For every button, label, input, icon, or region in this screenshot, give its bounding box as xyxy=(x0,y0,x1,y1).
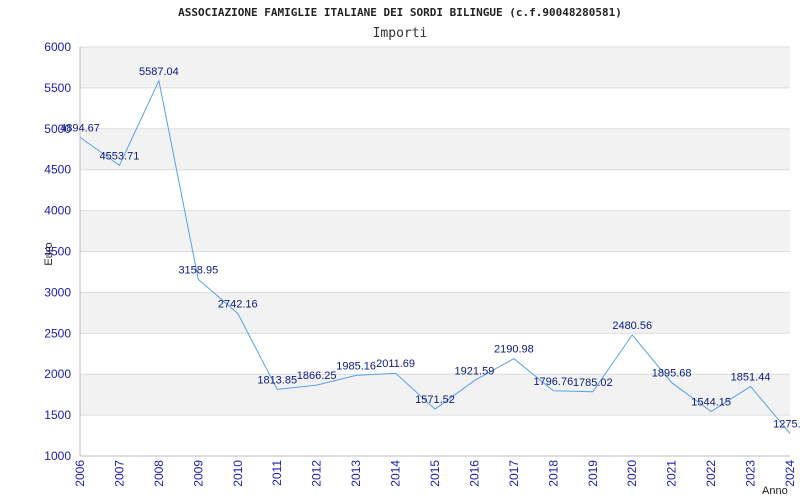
chart-subtitle: Importi xyxy=(373,26,428,41)
data-label: 2011.69 xyxy=(376,358,415,370)
line-chart: 1000150020002500300035004000450050005500… xyxy=(43,6,800,497)
y-tick-label: 2000 xyxy=(44,367,71,381)
data-label: 1921.59 xyxy=(455,366,495,378)
x-tick-label: 2013 xyxy=(349,460,363,487)
y-tick-label: 1000 xyxy=(44,449,71,463)
data-label: 1985.16 xyxy=(336,360,376,372)
x-tick-label: 2010 xyxy=(231,460,245,487)
data-label: 1895.68 xyxy=(652,368,692,380)
grid-band xyxy=(80,128,790,170)
x-tick-label: 2006 xyxy=(73,460,87,487)
grid-band xyxy=(80,210,790,252)
x-tick-label: 2020 xyxy=(625,460,639,487)
data-label: 1785.02 xyxy=(573,377,613,389)
x-tick-label: 2021 xyxy=(665,460,679,487)
x-tick-label: 2012 xyxy=(310,460,324,487)
y-axis-label: Euro xyxy=(43,242,55,265)
y-tick-label: 2500 xyxy=(44,326,71,340)
data-label: 1851.44 xyxy=(731,371,771,383)
grid-band xyxy=(80,47,790,88)
data-label: 1571.52 xyxy=(415,394,455,406)
data-label: 1866.25 xyxy=(297,370,337,382)
data-label: 4553.71 xyxy=(100,150,140,162)
grid-band xyxy=(80,292,790,334)
y-tick-label: 4500 xyxy=(44,163,71,177)
y-tick-label: 5500 xyxy=(44,81,71,95)
data-label: 1796.76 xyxy=(533,376,573,388)
x-tick-label: 2024 xyxy=(783,460,797,487)
grid-bands xyxy=(80,47,790,416)
data-label: 1813.85 xyxy=(257,374,297,386)
x-tick-label: 2023 xyxy=(744,460,758,487)
x-tick-label: 2019 xyxy=(586,460,600,487)
x-tick-label: 2018 xyxy=(546,460,560,487)
x-tick-label: 2014 xyxy=(389,460,403,487)
x-tick-label: 2015 xyxy=(428,460,442,487)
data-label: 4894.67 xyxy=(60,122,100,134)
data-label: 1544.15 xyxy=(691,396,731,408)
x-tick-label: 2009 xyxy=(191,460,205,487)
x-tick-label: 2022 xyxy=(704,460,718,487)
x-tick-label: 2016 xyxy=(467,460,481,487)
data-label: 1275.0 xyxy=(773,419,800,431)
data-label: 5587.04 xyxy=(139,66,179,78)
data-label: 2742.16 xyxy=(218,298,258,310)
y-tick-label: 1500 xyxy=(44,408,71,422)
data-label: 2190.98 xyxy=(494,344,534,356)
y-tick-label: 6000 xyxy=(44,40,71,54)
y-tick-label: 3000 xyxy=(44,285,71,299)
x-tick-label: 2008 xyxy=(152,460,166,487)
x-tick-label: 2011 xyxy=(270,460,284,486)
x-tick-label: 2017 xyxy=(507,460,521,487)
y-tick-label: 4000 xyxy=(44,204,71,218)
x-axis-label: Anno xyxy=(762,485,788,497)
data-label: 3158.95 xyxy=(178,264,218,276)
data-label: 2480.56 xyxy=(612,320,652,332)
chart-title: ASSOCIAZIONE FAMIGLIE ITALIANE DEI SORDI… xyxy=(178,6,622,19)
x-tick-labels: 2006 2007 2008 2009 2010 2011 2012 2013 2014 2015… xyxy=(73,460,797,487)
x-tick-label: 2007 xyxy=(112,460,126,487)
